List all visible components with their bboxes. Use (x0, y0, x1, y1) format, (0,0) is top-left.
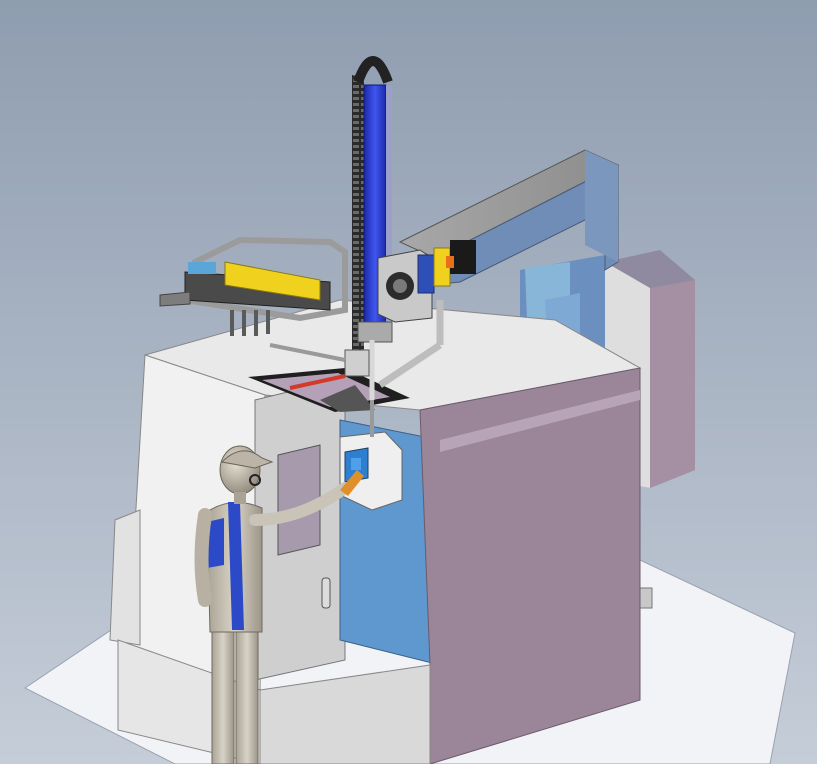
cad-render-scene (0, 0, 817, 764)
cnc-machine-body (109, 299, 642, 764)
